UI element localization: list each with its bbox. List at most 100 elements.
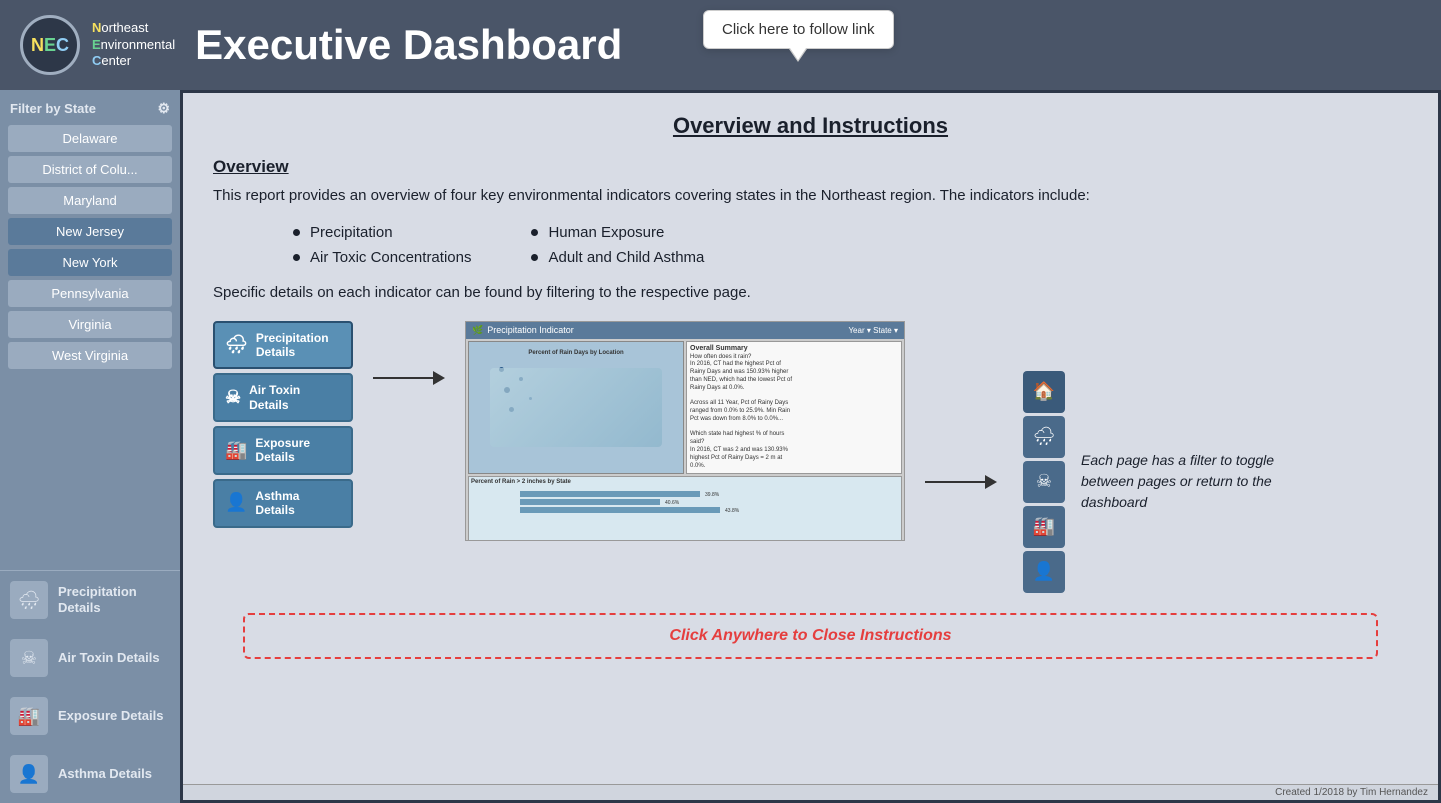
- right-icon-btn-home[interactable]: 🏠: [1023, 371, 1065, 413]
- state-btn-westvirginia[interactable]: West Virginia: [8, 342, 172, 369]
- bullet-col-left: Precipitation Air Toxic Concentrations: [293, 224, 471, 266]
- right-arrow-line: [925, 481, 985, 483]
- menu-buttons: 🌧 Precipitation Details ☠ Air Toxin Deta…: [213, 321, 353, 528]
- preview-map-bg: [490, 368, 661, 447]
- logo: NEC: [20, 15, 80, 75]
- bullet-label-airtoxic: Air Toxic Concentrations: [310, 249, 471, 266]
- right-icon-btns: 🏠 🌧 ☠ 🏭 👤: [1023, 371, 1065, 593]
- sidebar-nav-exposure[interactable]: 🏭 Exposure Details: [0, 687, 180, 745]
- caption-text: Each page has a filter to toggle between…: [1081, 450, 1281, 513]
- filter-label: Filter by State: [10, 101, 96, 116]
- right-arrow-head: [985, 475, 997, 489]
- diagram-area: 🌧 Precipitation Details ☠ Air Toxin Deta…: [213, 321, 1408, 593]
- state-btn-dc[interactable]: District of Colu...: [8, 156, 172, 183]
- close-instructions-btn[interactable]: Click Anywhere to Close Instructions: [243, 613, 1378, 659]
- svg-text:43.8%: 43.8%: [725, 508, 740, 514]
- right-icon-btn-asthma[interactable]: 👤: [1023, 551, 1065, 593]
- close-instructions-wrapper: Click Anywhere to Close Instructions: [213, 613, 1408, 679]
- state-btn-virginia[interactable]: Virginia: [8, 311, 172, 338]
- sidebar-nav-label-precip: Precipitation Details: [58, 584, 170, 615]
- sidebar-nav-label-airtoxin: Air Toxin Details: [58, 650, 160, 666]
- menu-btn-exposure[interactable]: 🏭 Exposure Details: [213, 426, 353, 475]
- menu-btn-label-exposure: Exposure Details: [255, 436, 341, 465]
- screenshot-preview: 🌿 Precipitation Indicator Year ▾ State ▾…: [465, 321, 905, 541]
- arrow-line: [373, 377, 433, 379]
- bullet-dot-2: [293, 254, 300, 261]
- right-icon-btn-exposure[interactable]: 🏭: [1023, 506, 1065, 548]
- state-btn-pennsylvania[interactable]: Pennsylvania: [8, 280, 172, 307]
- right-icon-btn-toxin[interactable]: ☠: [1023, 461, 1065, 503]
- org-name: Northeast Environmental Center: [92, 20, 175, 71]
- arrow-head: [433, 371, 445, 385]
- state-btn-delaware[interactable]: Delaware: [8, 125, 172, 152]
- airtoxin-icon: ☠: [10, 639, 48, 677]
- preview-logo: 🌿: [472, 325, 483, 336]
- menu-btn-label-asthma: Asthma Details: [255, 489, 341, 518]
- menu-btn-label-airtoxin: Air Toxin Details: [249, 383, 341, 412]
- asthma-icon: 👤: [10, 755, 48, 793]
- org-line2: Environmental: [92, 37, 175, 54]
- org-line3: Center: [92, 53, 175, 70]
- menu-btn-icon-precip: 🌧: [225, 334, 248, 356]
- preview-body: Percent of Rain Days by Location Percent…: [466, 339, 904, 541]
- menu-btn-asthma[interactable]: 👤 Asthma Details: [213, 479, 353, 528]
- content-area: Overview and Instructions Overview This …: [180, 90, 1441, 803]
- bullet-label-precipitation: Precipitation: [310, 224, 393, 241]
- preview-controls: Year ▾ State ▾: [848, 326, 898, 335]
- filter-header: Filter by State ⚙: [0, 90, 180, 123]
- barchart-svg: 39.8% 40.6% 43.8%: [471, 486, 899, 516]
- preview-header: 🌿 Precipitation Indicator Year ▾ State ▾: [466, 322, 904, 339]
- menu-btn-precipitation[interactable]: 🌧 Precipitation Details: [213, 321, 353, 370]
- bullet-airtoxic: Air Toxic Concentrations: [293, 249, 471, 266]
- bullet-label-asthma: Adult and Child Asthma: [548, 249, 704, 266]
- main-layout: Filter by State ⚙ Delaware District of C…: [0, 90, 1441, 803]
- logo-text: NEC: [31, 36, 69, 54]
- specific-text: Specific details on each indicator can b…: [213, 284, 1408, 301]
- menu-btn-label-precip: Precipitation Details: [256, 331, 341, 360]
- sidebar-nav-airtoxin[interactable]: ☠ Air Toxin Details: [0, 629, 180, 687]
- sidebar-nav-label-exposure: Exposure Details: [58, 708, 164, 724]
- menu-btn-icon-asthma: 👤: [225, 492, 247, 514]
- svg-text:40.6%: 40.6%: [665, 500, 680, 506]
- bullet-label-humanexposure: Human Exposure: [548, 224, 664, 241]
- overview-text: This report provides an overview of four…: [213, 185, 1408, 208]
- sidebar: Filter by State ⚙ Delaware District of C…: [0, 90, 180, 803]
- tooltip-bubble[interactable]: Click here to follow link: [703, 10, 894, 49]
- filter-icon: ⚙: [157, 100, 170, 117]
- bullet-dot-3: [531, 229, 538, 236]
- right-arrow: [925, 475, 997, 489]
- svg-text:39.8%: 39.8%: [705, 492, 720, 498]
- bullet-precipitation: Precipitation: [293, 224, 471, 241]
- bullet-asthma: Adult and Child Asthma: [531, 249, 704, 266]
- state-btn-maryland[interactable]: Maryland: [8, 187, 172, 214]
- bullet-dot-1: [293, 229, 300, 236]
- bullet-humanexposure: Human Exposure: [531, 224, 704, 241]
- menu-btn-icon-airtoxin: ☠: [225, 387, 241, 409]
- bullet-col-right: Human Exposure Adult and Child Asthma: [531, 224, 704, 266]
- state-btn-newjersey[interactable]: New Jersey: [8, 218, 172, 245]
- overview-heading: Overview: [213, 157, 1408, 177]
- arrow-connector: [373, 371, 445, 385]
- preview-barchart: Percent of Rain > 2 inches by State 39.8…: [468, 476, 902, 540]
- header: NEC Northeast Environmental Center Execu…: [0, 0, 1441, 90]
- sidebar-nav: 🌧 Precipitation Details ☠ Air Toxin Deta…: [0, 570, 180, 803]
- instructions-title: Overview and Instructions: [213, 113, 1408, 139]
- preview-summary: Overall Summary How often does it rain?I…: [686, 341, 902, 475]
- bullet-dot-4: [531, 254, 538, 261]
- preview-title: Precipitation Indicator: [487, 325, 574, 335]
- org-line1: Northeast: [92, 20, 175, 37]
- state-btn-newyork[interactable]: New York: [8, 249, 172, 276]
- menu-btn-airtoxin[interactable]: ☠ Air Toxin Details: [213, 373, 353, 422]
- sidebar-nav-asthma[interactable]: 👤 Asthma Details: [0, 745, 180, 803]
- right-icon-btn-precip[interactable]: 🌧: [1023, 416, 1065, 458]
- footer: Created 1/2018 by Tim Hernandez: [183, 784, 1438, 800]
- menu-btn-icon-exposure: 🏭: [225, 440, 247, 462]
- exposure-icon: 🏭: [10, 697, 48, 735]
- right-section: 🏠 🌧 ☠ 🏭 👤 Each page has a filter to togg…: [925, 371, 1281, 593]
- preview-map: Percent of Rain Days by Location: [468, 341, 684, 475]
- sidebar-nav-label-asthma: Asthma Details: [58, 766, 152, 782]
- bullet-columns: Precipitation Air Toxic Concentrations H…: [293, 224, 1348, 266]
- sidebar-nav-precipitation[interactable]: 🌧 Precipitation Details: [0, 571, 180, 629]
- instructions-panel[interactable]: Overview and Instructions Overview This …: [183, 93, 1438, 784]
- precipitation-icon: 🌧: [10, 581, 48, 619]
